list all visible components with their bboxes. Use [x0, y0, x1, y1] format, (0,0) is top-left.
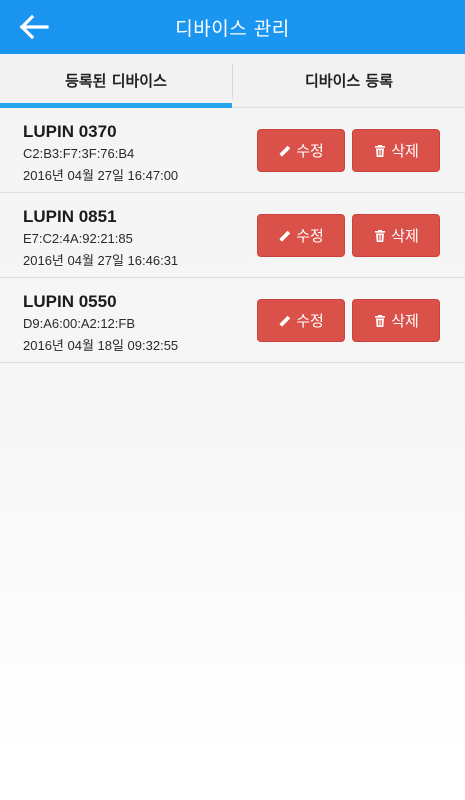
device-list-item: LUPIN 0851 E7:C2:4A:92:21:85 2016년 04월 2… — [0, 193, 465, 278]
device-list: LUPIN 0370 C2:B3:F7:3F:76:B4 2016년 04월 2… — [0, 108, 465, 363]
edit-button-label: 수정 — [296, 142, 324, 160]
delete-button[interactable]: 삭제 — [352, 129, 440, 172]
pencil-icon — [278, 314, 292, 328]
edit-button[interactable]: 수정 — [257, 214, 345, 257]
trash-icon — [373, 144, 387, 158]
delete-button-label: 삭제 — [391, 142, 419, 160]
device-list-item: LUPIN 0550 D9:A6:00:A2:12:FB 2016년 04월 1… — [0, 278, 465, 363]
trash-icon — [373, 229, 387, 243]
delete-button-label: 삭제 — [391, 312, 419, 330]
tab-register-device[interactable]: 디바이스 등록 — [233, 54, 465, 107]
edit-button[interactable]: 수정 — [257, 129, 345, 172]
device-mac-address: E7:C2:4A:92:21:85 — [23, 231, 133, 246]
tab-bar: 등록된 디바이스 디바이스 등록 — [0, 54, 465, 108]
tab-label: 디바이스 등록 — [304, 72, 394, 90]
device-registered-date: 2016년 04월 18일 09:32:55 — [23, 338, 179, 353]
edit-button-label: 수정 — [296, 312, 324, 330]
trash-icon — [373, 314, 387, 328]
pencil-icon — [278, 229, 292, 243]
device-mac-address: C2:B3:F7:3F:76:B4 — [23, 146, 135, 161]
tab-registered-devices[interactable]: 등록된 디바이스 — [0, 54, 232, 108]
device-list-item: LUPIN 0370 C2:B3:F7:3F:76:B4 2016년 04월 2… — [0, 108, 465, 193]
device-registered-date: 2016년 04월 27일 16:47:00 — [23, 168, 179, 183]
edit-button[interactable]: 수정 — [257, 299, 345, 342]
delete-button-label: 삭제 — [391, 227, 419, 245]
device-name: LUPIN 0550 — [23, 292, 117, 311]
back-arrow-icon[interactable] — [18, 14, 50, 40]
delete-button[interactable]: 삭제 — [352, 214, 440, 257]
device-mac-address: D9:A6:00:A2:12:FB — [23, 316, 136, 331]
page-title: 디바이스 관리 — [175, 17, 290, 40]
edit-button-label: 수정 — [296, 227, 324, 245]
app-bar: 디바이스 관리 — [0, 0, 465, 54]
delete-button[interactable]: 삭제 — [352, 299, 440, 342]
tab-label: 등록된 디바이스 — [65, 72, 167, 90]
device-registered-date: 2016년 04월 27일 16:46:31 — [23, 253, 179, 268]
pencil-icon — [278, 144, 292, 158]
device-name: LUPIN 0851 — [23, 207, 117, 226]
device-name: LUPIN 0370 — [23, 122, 117, 141]
